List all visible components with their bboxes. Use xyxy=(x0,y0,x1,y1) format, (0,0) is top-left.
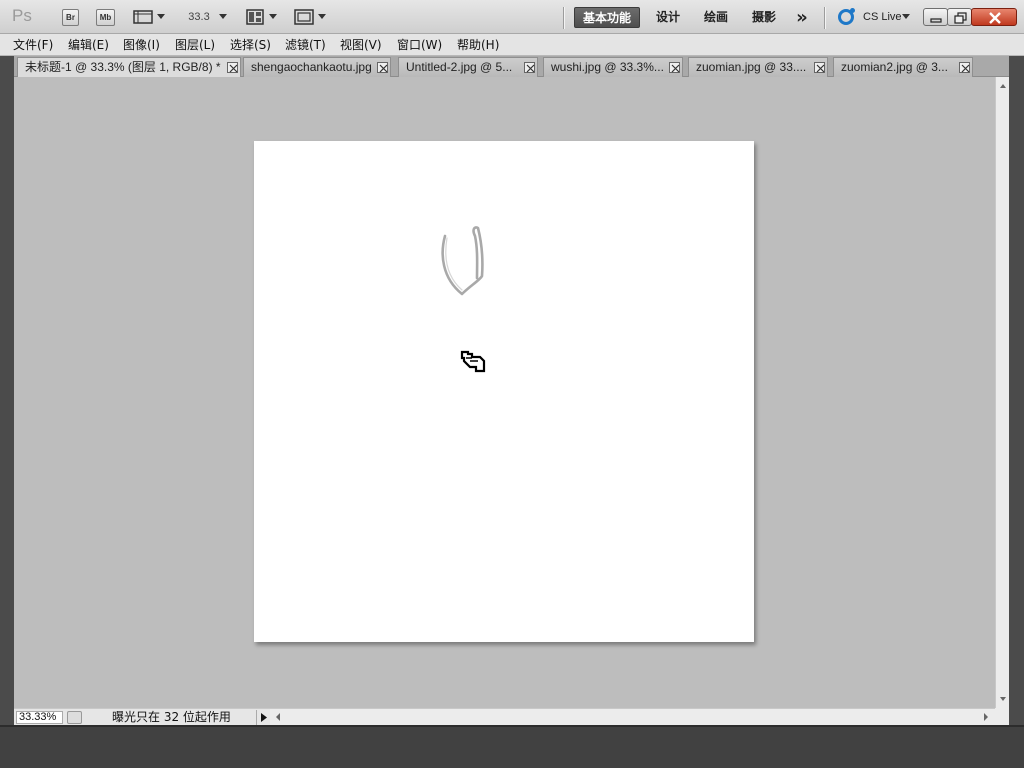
arrange-caret-icon[interactable] xyxy=(269,14,277,19)
left-panel-edge xyxy=(0,56,14,725)
workspace-painting-button[interactable]: 绘画 xyxy=(698,7,734,28)
cs-live-icon xyxy=(838,8,855,25)
tab-label: zuomian.jpg @ 33.... xyxy=(696,60,807,74)
status-menu-button[interactable] xyxy=(256,710,269,725)
close-button[interactable] xyxy=(971,8,1017,26)
bottom-panel xyxy=(0,725,1024,768)
tab-close-icon[interactable] xyxy=(669,62,680,73)
frame-icon[interactable] xyxy=(133,9,153,25)
cs-live-label: CS Live xyxy=(863,11,902,23)
restore-icon xyxy=(954,12,967,24)
menu-bar: 文件(F) 编辑(E) 图像(I) 图层(L) 选择(S) 滤镜(T) 视图(V… xyxy=(0,34,1024,56)
tab-close-icon[interactable] xyxy=(959,62,970,73)
menu-layer[interactable]: 图层(L) xyxy=(175,37,215,53)
tab-close-icon[interactable] xyxy=(524,62,535,73)
tab-label: Untitled-2.jpg @ 5... xyxy=(406,60,513,74)
menu-select[interactable]: 选择(S) xyxy=(230,37,271,53)
tab-close-icon[interactable] xyxy=(377,62,388,73)
tab-label: shengaochankaotu.jpg xyxy=(251,60,372,74)
tab-close-icon[interactable] xyxy=(814,62,825,73)
menu-help[interactable]: 帮助(H) xyxy=(457,37,499,53)
menu-window[interactable]: 窗口(W) xyxy=(397,37,442,53)
document-canvas[interactable] xyxy=(254,141,754,642)
screen-mode-caret-icon[interactable] xyxy=(318,14,326,19)
status-zoom-field[interactable]: 33.33% xyxy=(16,711,63,724)
tab-zuomian2[interactable]: zuomian2.jpg @ 3... xyxy=(833,57,973,77)
photoshop-logo: Ps xyxy=(12,6,32,25)
zoom-level-field[interactable]: 33.3 xyxy=(183,9,215,26)
horizontal-scrollbar[interactable] xyxy=(270,708,995,725)
cs-live-caret-icon xyxy=(902,14,910,19)
status-message: 曝光只在 32 位起作用 xyxy=(112,710,231,724)
view-extras-caret-icon[interactable] xyxy=(157,14,165,19)
tab-untitled-2[interactable]: Untitled-2.jpg @ 5... xyxy=(398,57,538,77)
tab-label: zuomian2.jpg @ 3... xyxy=(841,60,948,74)
tab-untitled-1[interactable]: 未标题-1 @ 33.3% (图层 1, RGB/8) * xyxy=(17,57,241,77)
play-arrow-icon xyxy=(261,713,267,722)
tab-label: wushi.jpg @ 33.3%... xyxy=(551,60,664,74)
scroll-corner xyxy=(995,708,1009,725)
bridge-button[interactable]: Br xyxy=(62,9,79,26)
application-bar: Ps Br Mb 33.3 基本功能 设计 绘画 摄影 » CS Live xyxy=(0,0,1024,34)
arrange-documents-icon[interactable] xyxy=(246,9,264,25)
tab-label: 未标题-1 @ 33.3% (图层 1, RGB/8) * xyxy=(25,60,221,74)
right-panel-edge xyxy=(1009,56,1024,725)
scroll-up-icon[interactable] xyxy=(996,80,1010,92)
vertical-scrollbar[interactable] xyxy=(995,77,1009,708)
tab-shengaochankaotu[interactable]: shengaochankaotu.jpg xyxy=(243,57,391,77)
minimize-icon xyxy=(930,18,942,23)
workspace-photography-button[interactable]: 摄影 xyxy=(746,7,782,28)
mini-bridge-button[interactable]: Mb xyxy=(96,9,115,26)
zoom-caret-icon[interactable] xyxy=(219,14,227,19)
window-controls xyxy=(923,8,1017,26)
menu-image[interactable]: 图像(I) xyxy=(123,37,160,53)
status-info-icon[interactable] xyxy=(67,711,82,724)
scroll-left-icon[interactable] xyxy=(272,709,284,725)
tab-zuomian[interactable]: zuomian.jpg @ 33.... xyxy=(688,57,828,77)
workspace-design-button[interactable]: 设计 xyxy=(650,7,686,28)
screen-mode-icon[interactable] xyxy=(294,9,314,25)
status-bar: 33.33% 曝光只在 32 位起作用 xyxy=(14,708,270,725)
menu-filter[interactable]: 滤镜(T) xyxy=(285,37,326,53)
menu-file[interactable]: 文件(F) xyxy=(13,37,53,53)
close-icon xyxy=(989,12,1001,24)
scroll-down-icon[interactable] xyxy=(996,693,1010,705)
menu-view[interactable]: 视图(V) xyxy=(340,37,382,53)
minimize-button[interactable] xyxy=(923,8,948,26)
workspace-essentials-button[interactable]: 基本功能 xyxy=(574,7,640,28)
tab-wushi[interactable]: wushi.jpg @ 33.3%... xyxy=(543,57,683,77)
scroll-right-icon[interactable] xyxy=(980,709,992,725)
more-workspaces-button[interactable]: » xyxy=(790,7,814,28)
tab-close-icon[interactable] xyxy=(227,62,238,73)
restore-button[interactable] xyxy=(947,8,972,26)
menu-edit[interactable]: 编辑(E) xyxy=(68,37,109,53)
document-tab-bar: 未标题-1 @ 33.3% (图层 1, RGB/8) * shengaocha… xyxy=(14,56,1009,77)
brush-stroke xyxy=(441,226,484,296)
smudge-tool-cursor-icon xyxy=(460,350,486,373)
separator xyxy=(563,7,564,29)
separator xyxy=(824,7,825,29)
